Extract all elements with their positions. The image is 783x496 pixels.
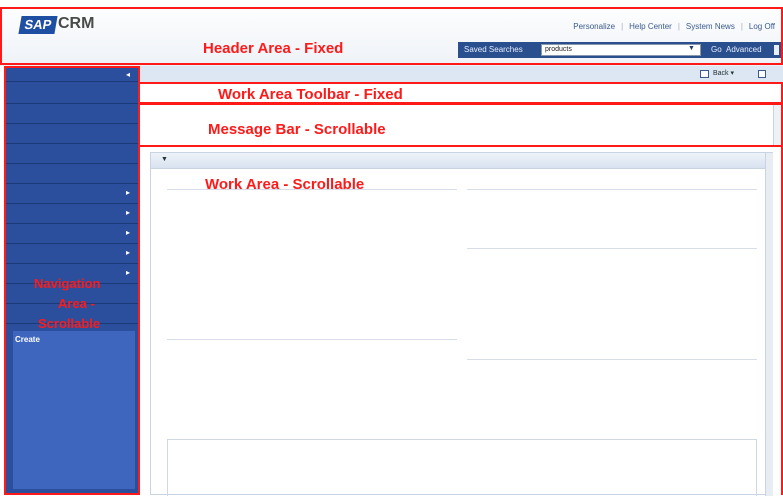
back-label: Back <box>713 70 729 77</box>
navigation-annotation-line3: Scrollable <box>38 316 101 331</box>
window-icon[interactable] <box>758 70 766 78</box>
back-icon[interactable] <box>700 70 709 78</box>
work-area-annotation: Work Area - Scrollable <box>205 176 365 193</box>
message-bar-annotation: Message Bar - Scrollable <box>208 121 386 138</box>
navigation-annotation-line2: Area - <box>58 296 95 311</box>
back-button[interactable]: Back ▾ <box>713 69 734 77</box>
navigation-annotation-line1: Navigation <box>34 276 101 291</box>
header-annotation: Header Area - Fixed <box>203 40 344 57</box>
work-area-highlight-box <box>138 145 783 495</box>
header-highlight-box <box>0 7 783 65</box>
toolbar-annotation: Work Area Toolbar - Fixed <box>218 86 403 103</box>
